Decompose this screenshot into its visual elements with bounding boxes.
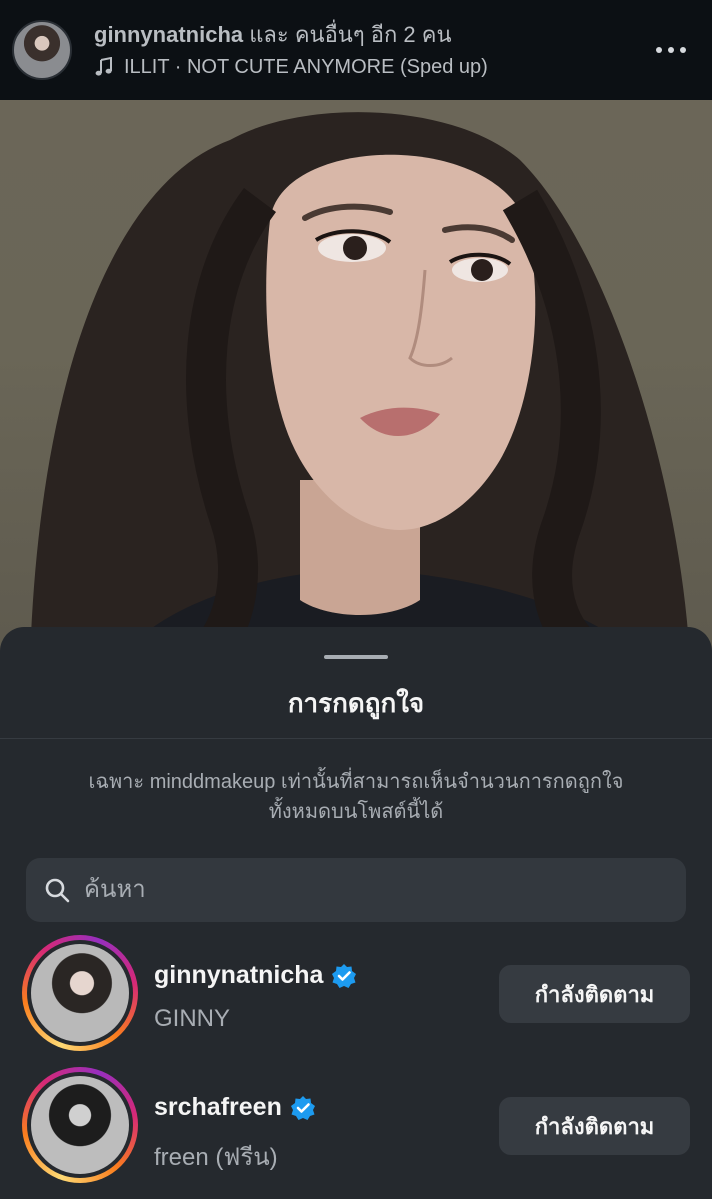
post-author-username[interactable]: ginnynatnicha <box>94 22 243 47</box>
post-header: ginnynatnicha และ คนอื่นๆ อีก 2 คน ILLIT… <box>0 0 712 100</box>
liker-username[interactable]: srchafreen <box>154 1093 282 1122</box>
search-input[interactable] <box>84 876 664 904</box>
avatar <box>31 1076 129 1174</box>
following-button[interactable]: กำลังติดตาม <box>499 965 690 1023</box>
sheet-title: การกดถูกใจ <box>287 688 425 718</box>
sheet-grab-handle[interactable] <box>324 655 388 659</box>
post-author-avatar[interactable] <box>12 20 72 80</box>
liker-username[interactable]: ginnynatnicha <box>154 961 323 990</box>
sheet-divider <box>0 738 712 739</box>
story-ring[interactable] <box>22 1067 138 1183</box>
following-button[interactable]: กำลังติดตาม <box>499 1097 690 1155</box>
post-music-label: ILLIT · NOT CUTE ANYMORE (Sped up) <box>124 55 488 78</box>
search-icon <box>45 878 70 903</box>
post-photo[interactable] <box>0 100 712 660</box>
post-authors[interactable]: ginnynatnicha และ คนอื่นๆ อีก 2 คน <box>94 22 488 48</box>
liker-row[interactable]: srchafreen freen (ฟรีน) กำลังติดตาม <box>0 1067 712 1187</box>
likes-visibility-notice: เฉพาะ minddmakeup เท่านั้นที่สามารถเห็นจ… <box>88 771 624 823</box>
post-music[interactable]: ILLIT · NOT CUTE ANYMORE (Sped up) <box>94 56 488 79</box>
liker-username-line[interactable]: ginnynatnicha <box>154 961 357 990</box>
liker-full-name: GINNY <box>154 1005 231 1032</box>
search-bar[interactable] <box>26 858 686 922</box>
liker-full-name: freen (ฟรีน) <box>154 1144 278 1171</box>
liker-username-line[interactable]: srchafreen <box>154 1093 316 1122</box>
avatar <box>31 944 129 1042</box>
more-horizontal-icon[interactable] <box>654 40 688 60</box>
story-ring[interactable] <box>22 935 138 1051</box>
verified-badge-icon <box>290 1095 315 1120</box>
post-collaborators-text[interactable]: และ คนอื่นๆ อีก 2 คน <box>249 22 451 47</box>
post-photo-portrait <box>30 112 690 660</box>
music-note-icon <box>95 57 112 76</box>
post-header-text: ginnynatnicha และ คนอื่นๆ อีก 2 คน ILLIT… <box>94 22 488 79</box>
verified-badge-icon <box>332 963 357 988</box>
liker-row[interactable]: ginnynatnicha GINNY กำลังติดตาม <box>0 935 712 1055</box>
likes-sheet: การกดถูกใจ เฉพาะ minddmakeup เท่านั้นที่… <box>0 627 712 1199</box>
